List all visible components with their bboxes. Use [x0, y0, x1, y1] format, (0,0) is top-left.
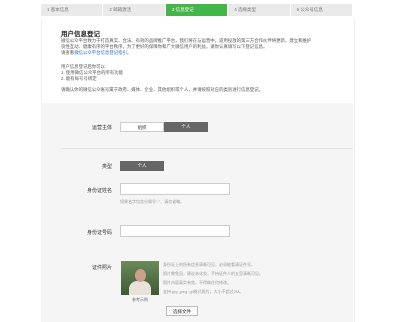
guide-link[interactable]: 微信公众平台信息登记指引。 [74, 50, 131, 55]
type-label: 类型 [101, 164, 112, 170]
photo-requirement-2: 照片需免冠，建议未化妆，手持证件人的五官清晰可见。 [163, 271, 263, 276]
step-basic-info: 1 基本信息 [41, 4, 104, 16]
benefits-list: 用户信息登记后你可以： 1. 使用微信公众平台的所有功能 2. 能有每号号绑定 [61, 64, 341, 82]
sample-photo [121, 261, 159, 295]
type-individual-tag: 个人 [120, 161, 164, 171]
progress-steps: 1 基本信息 2 邮箱激活 3 信息登记 4 选择类型 5 公众号信息 [41, 4, 354, 16]
step-info-registration: 3 信息登记 [165, 4, 229, 16]
intro-prefix: 请查看 [61, 50, 75, 55]
subject-label: 运营主体 [91, 125, 112, 131]
sample-photo-caption: 参考示例 [132, 297, 148, 302]
divider [61, 148, 353, 149]
subject-option-organization[interactable]: 组织 [120, 122, 164, 132]
id-name-hint: 如果名字包含分隔号"·"，请勿省略。 [120, 199, 185, 204]
photo-label: 证件照片 [91, 265, 112, 271]
intro-paragraph: 微信公众平台致力于打造真实、合法、有效的品牌推广平台，我们将在与运营中，适用投放… [61, 38, 341, 56]
id-number-input[interactable] [120, 225, 230, 237]
photo-requirement-3: 照片内容真实有效，不得做任何修改。 [163, 280, 231, 285]
step-account-info: 5 公众号信息 [290, 4, 354, 16]
choose-file-button[interactable]: 选择文件 [166, 306, 198, 316]
photo-requirement-1: 身份证上的所有信息清晰可见，必须能看清证件号。 [163, 262, 255, 267]
step-select-type: 4 选择类型 [228, 4, 291, 16]
id-name-label: 身份证姓名 [86, 188, 112, 194]
sample-photo-body [129, 281, 151, 295]
id-number-label: 身份证号码 [86, 230, 112, 236]
sample-photo-face [135, 269, 146, 282]
step-email-activation: 2 邮箱激活 [103, 4, 166, 16]
id-name-input[interactable] [120, 183, 230, 195]
category-note: 请确认你的微信公众账号属于政府、媒体、企业、其他组织或个人，并请按照对应的类别进… [61, 87, 263, 92]
benefit-item-2: 2. 能有每号号绑定 [61, 76, 97, 81]
intro-line-3: 请查看微信公众平台信息登记指引。 [61, 50, 341, 56]
page-title: 用户信息登记 [61, 31, 100, 38]
photo-requirement-4: 支持.jpg .jpeg .gif格式照片，大小不超过2M。 [163, 289, 244, 294]
subject-option-individual[interactable]: 个人 [164, 122, 208, 132]
